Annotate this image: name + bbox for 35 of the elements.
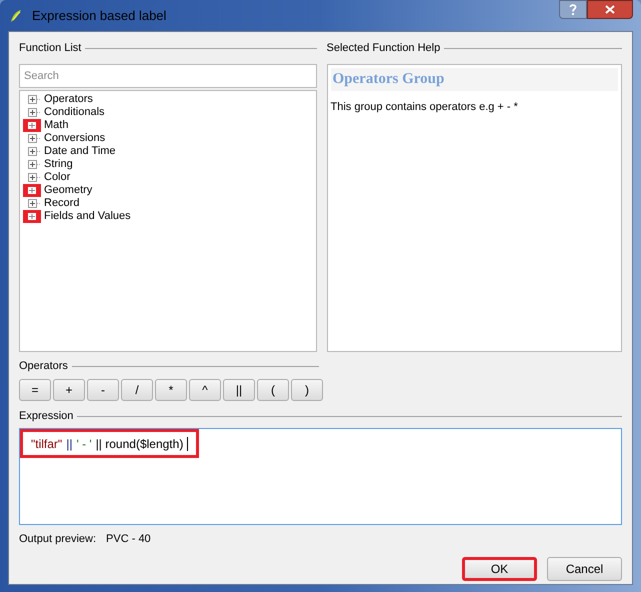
app-icon <box>8 8 24 24</box>
group-label: Expression <box>19 408 74 424</box>
help-heading: Operators Group <box>330 68 618 90</box>
expression-token: ' - ' <box>76 436 92 452</box>
ok-button[interactable]: OK <box>462 557 537 581</box>
help-text: This group contains operators e.g + - * <box>330 100 519 114</box>
operator-button[interactable]: * <box>155 379 187 401</box>
operator-button[interactable]: ^ <box>189 379 221 401</box>
expand-icon[interactable] <box>23 210 43 223</box>
operator-button[interactable]: - <box>87 379 119 401</box>
group-label: Selected Function Help <box>326 40 440 56</box>
question-mark-icon <box>569 4 577 15</box>
operator-button[interactable]: ( <box>257 379 289 401</box>
operator-button[interactable]: + <box>53 379 85 401</box>
expression-token: || <box>66 436 72 452</box>
text-cursor <box>187 436 188 450</box>
operator-button[interactable]: || <box>223 379 255 401</box>
close-button[interactable] <box>587 0 633 19</box>
window-title: Expression based label <box>32 6 166 25</box>
group-label: Operators <box>19 358 68 374</box>
operator-button[interactable]: / <box>121 379 153 401</box>
output-preview-value: PVC - 40 <box>106 532 151 545</box>
operator-button[interactable]: ) <box>291 379 323 401</box>
output-preview-label: Output preview: <box>19 532 96 545</box>
expand-icon[interactable] <box>23 184 43 197</box>
expression-field[interactable]: "tilfar" || ' - ' || round($length) <box>19 428 622 525</box>
expression-token: || round($length) <box>96 436 184 452</box>
close-icon <box>605 5 615 14</box>
operator-button[interactable]: = <box>19 379 51 401</box>
expression-token: "tilfar" <box>31 436 62 452</box>
expand-icon[interactable] <box>23 119 43 132</box>
group-label: Function List <box>19 40 82 56</box>
cancel-button[interactable]: Cancel <box>547 557 622 581</box>
search-field[interactable]: Search <box>19 64 316 88</box>
help-button[interactable] <box>559 0 587 19</box>
